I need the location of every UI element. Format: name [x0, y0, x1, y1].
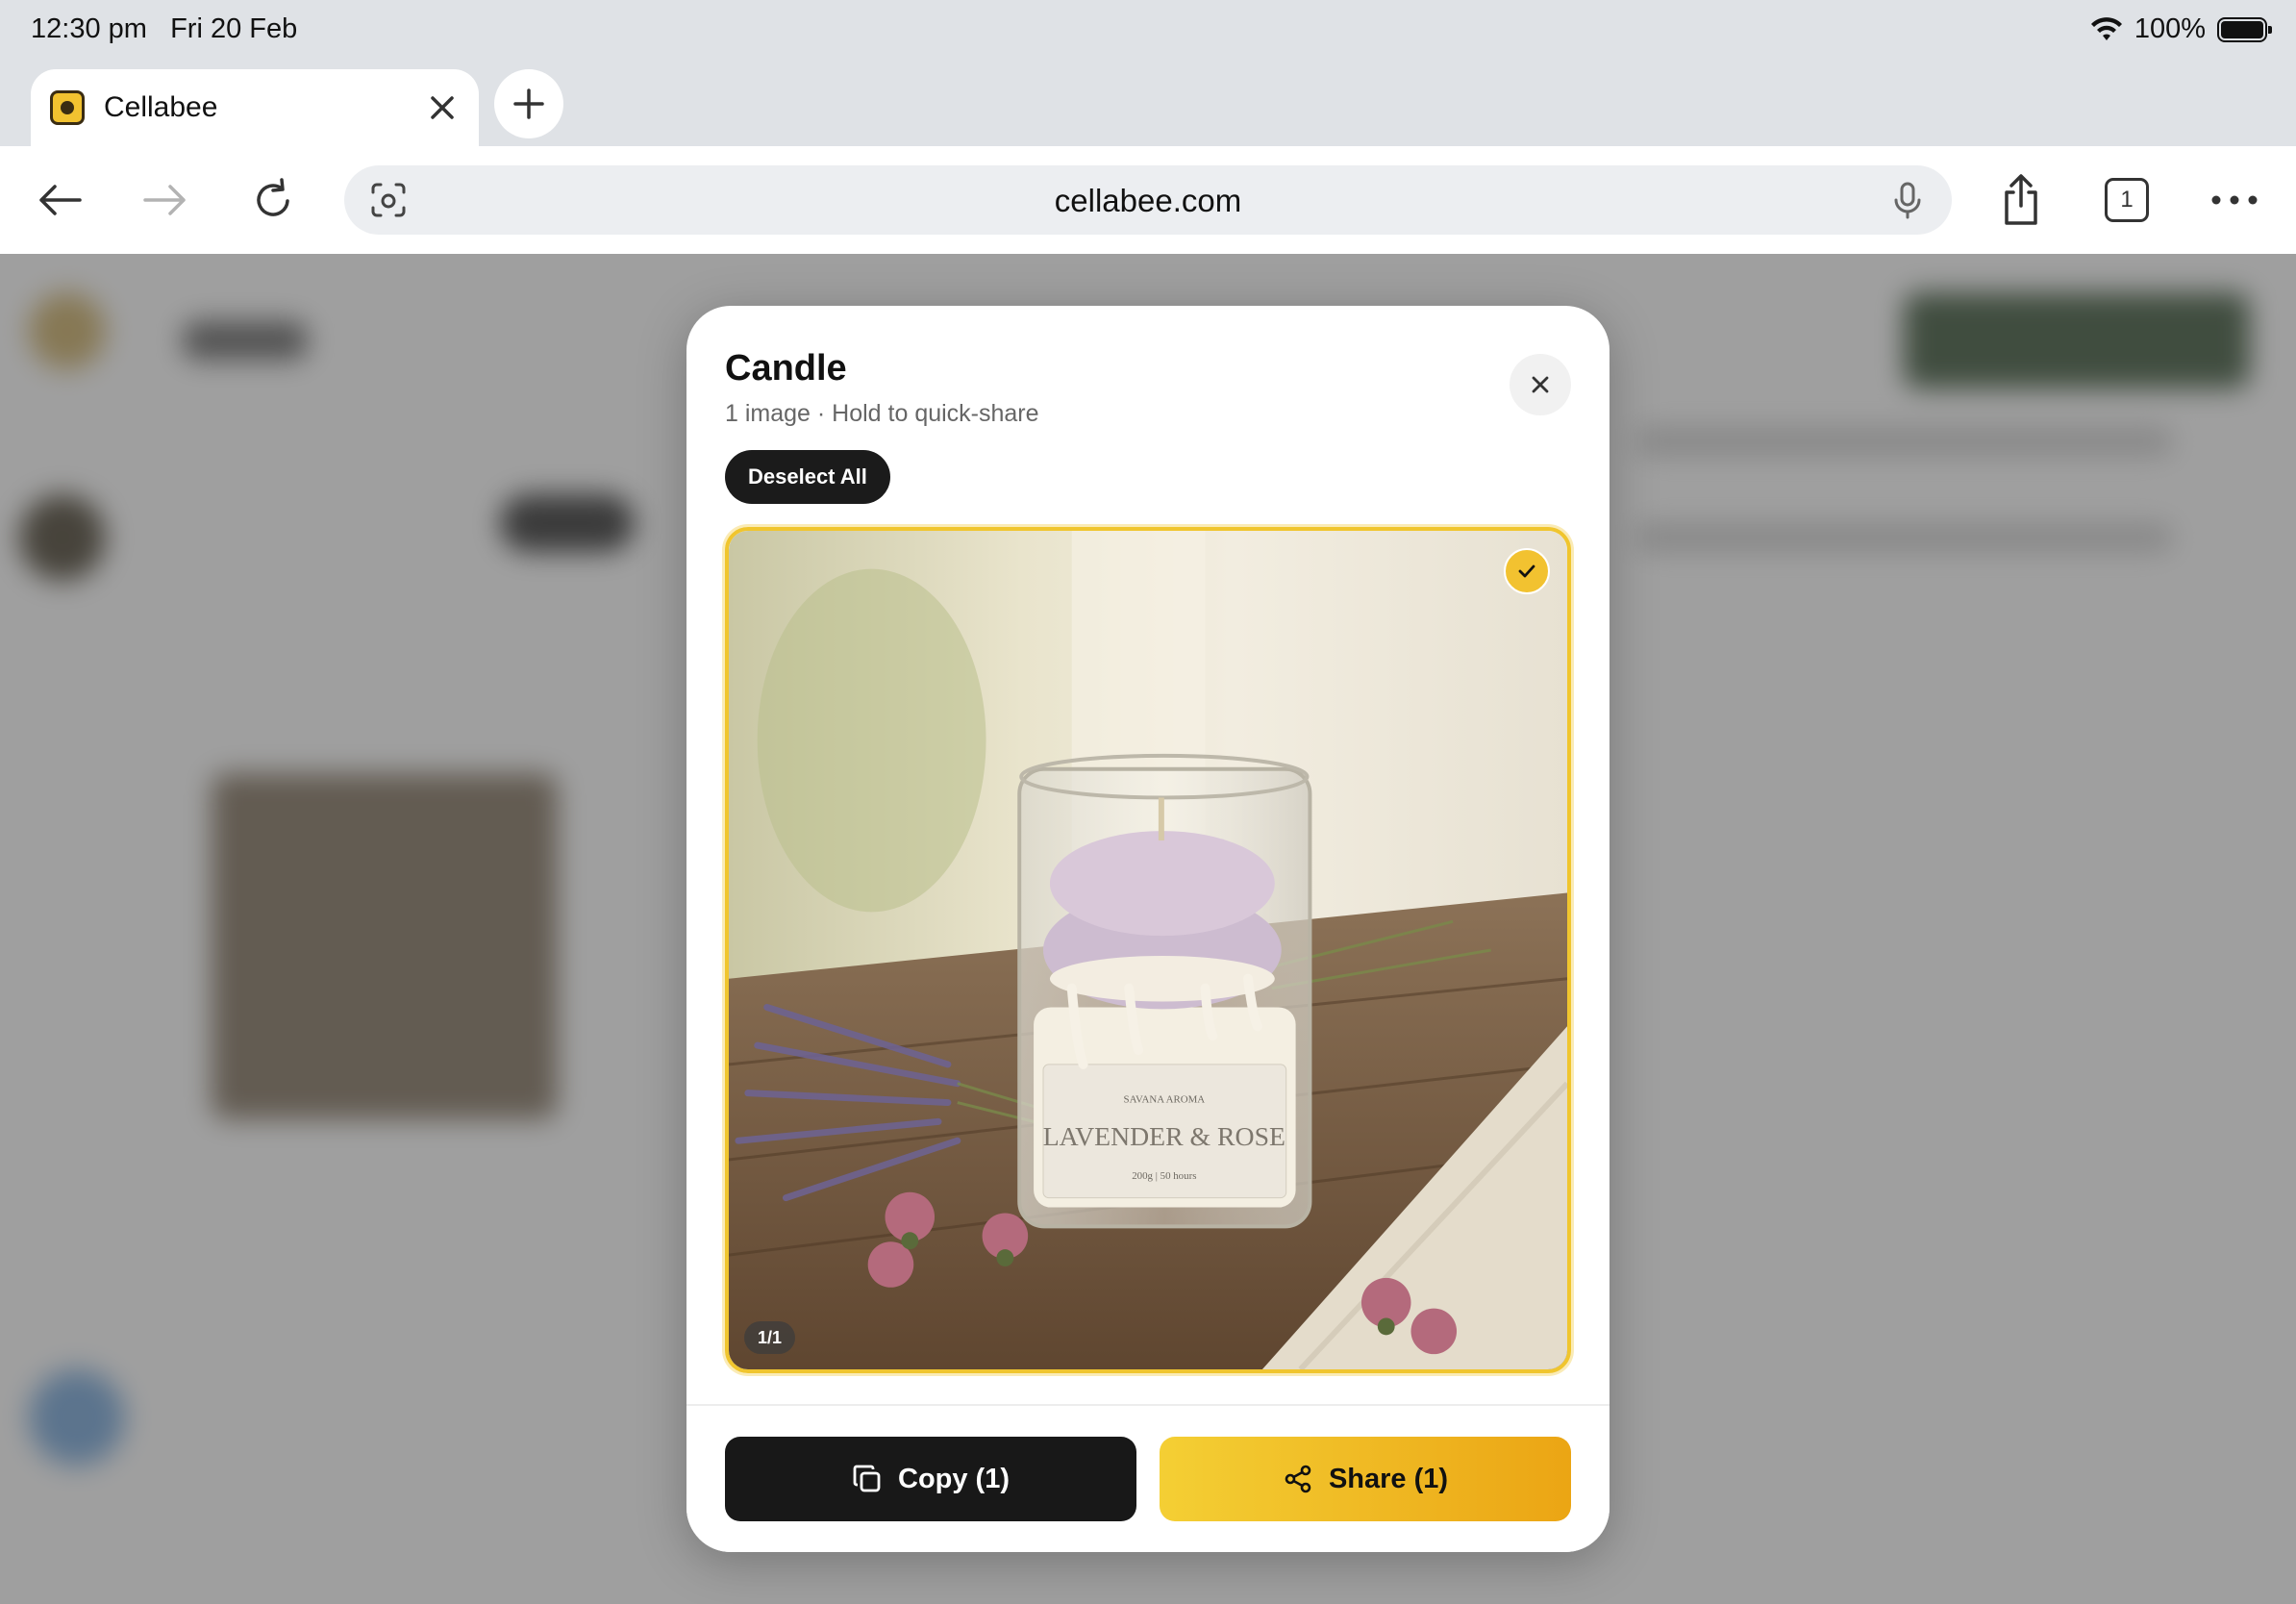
close-tab-icon[interactable] — [423, 88, 462, 127]
share-button[interactable]: Share (1) — [1160, 1437, 1571, 1521]
candle-label-brand: SAVANA AROMA — [1124, 1094, 1206, 1106]
status-date: Fri 20 Feb — [170, 13, 298, 44]
copy-button[interactable]: Copy (1) — [725, 1437, 1136, 1521]
browser-tab[interactable]: Cellabee — [31, 69, 479, 146]
candle-label-name: LAVENDER & ROSE — [1043, 1122, 1285, 1152]
forward-button[interactable] — [137, 171, 194, 229]
status-indicators: 100% — [2090, 13, 2272, 45]
reload-icon — [257, 178, 289, 216]
tab-title: Cellabee — [104, 91, 218, 123]
close-icon — [1532, 376, 1549, 393]
more-menu-button[interactable] — [2206, 171, 2263, 229]
share-modal: Candle 1 image · Hold to quick-share Des… — [686, 306, 1610, 1552]
more-dots-icon — [2211, 195, 2258, 205]
candle-photo: SAVANA AROMA LAVENDER & ROSE 200g | 50 h… — [729, 531, 1567, 1369]
checkmark-icon — [1518, 564, 1535, 578]
reload-button[interactable] — [244, 171, 302, 229]
selected-check-badge[interactable] — [1504, 548, 1550, 594]
microphone-icon[interactable] — [1886, 179, 1929, 221]
tab-count: 1 — [2105, 178, 2149, 222]
new-tab-button[interactable] — [494, 69, 563, 138]
deselect-all-button[interactable]: Deselect All — [725, 450, 890, 504]
modal-footer: Copy (1) Share (1) — [686, 1404, 1610, 1552]
address-bar[interactable]: cellabee.com — [344, 165, 1952, 235]
copy-icon — [853, 1465, 881, 1492]
arrow-left-icon — [39, 185, 82, 215]
url-text: cellabee.com — [1054, 183, 1242, 218]
share-button-label: Share (1) — [1328, 1463, 1449, 1494]
tab-switcher-button[interactable]: 1 — [2098, 171, 2156, 229]
copy-button-label: Copy (1) — [898, 1463, 1010, 1494]
browser-toolbar: cellabee.com 1 — [0, 146, 2296, 254]
image-thumbnail[interactable]: SAVANA AROMA LAVENDER & ROSE 200g | 50 h… — [725, 527, 1571, 1373]
wifi-icon — [2090, 16, 2122, 40]
share-page-button[interactable] — [1992, 171, 2050, 229]
battery-percent: 100% — [2134, 13, 2206, 44]
modal-title: Candle — [725, 348, 847, 388]
image-counter-badge: 1/1 — [744, 1321, 796, 1354]
share-nodes-icon — [1285, 1465, 1311, 1493]
candle-label-detail: 200g | 50 hours — [1132, 1170, 1196, 1182]
modal-subtitle: 1 image · Hold to quick-share — [725, 400, 1039, 427]
tab-strip: Cellabee — [0, 62, 2296, 146]
battery-icon — [2217, 16, 2272, 42]
share-icon — [2005, 174, 2037, 225]
plus-icon — [513, 88, 544, 119]
status-clock: 12:30 pm — [31, 13, 147, 44]
status-time: 12:30 pm Fri 20 Feb — [31, 13, 297, 45]
modal-close-button[interactable] — [1510, 354, 1571, 415]
arrow-right-icon — [143, 185, 186, 215]
status-bar: 12:30 pm Fri 20 Feb 100% — [0, 0, 2296, 62]
cellabee-favicon-icon — [50, 90, 85, 125]
back-button[interactable] — [31, 171, 88, 229]
